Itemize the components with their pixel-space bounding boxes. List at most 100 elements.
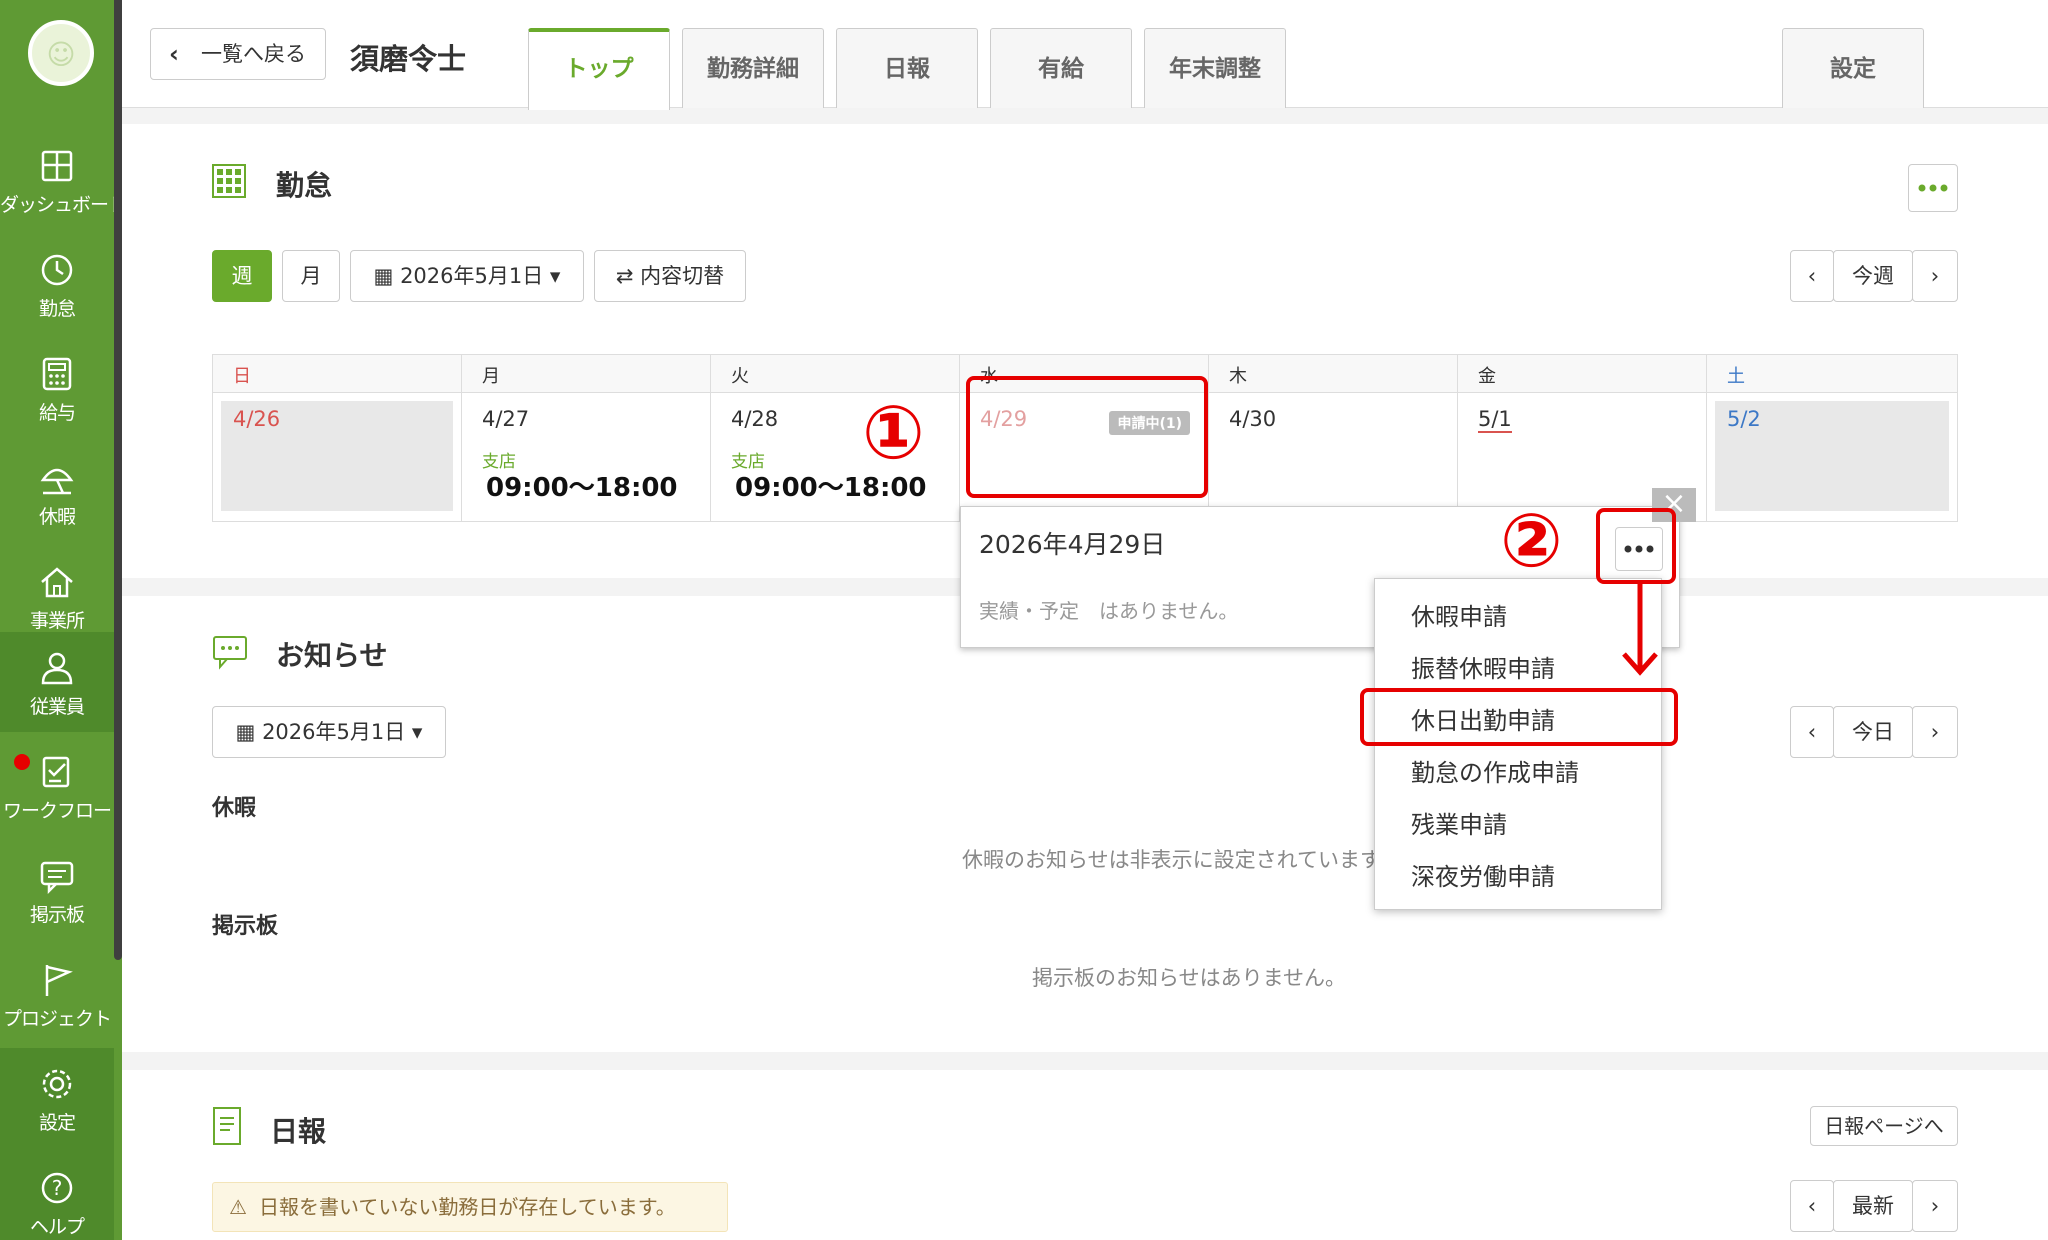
calendar-date: 4/28 bbox=[731, 407, 779, 431]
tab-settings[interactable]: 設定 bbox=[1782, 28, 1924, 108]
sidebar-label: ワークフロー bbox=[2, 800, 112, 822]
tab-work-details[interactable]: 勤務詳細 bbox=[682, 28, 824, 108]
step-1-marker: ① bbox=[862, 390, 925, 476]
tab-paid-leave[interactable]: 有給 bbox=[990, 28, 1132, 108]
sidebar-item-employees[interactable]: 従業員 bbox=[0, 632, 114, 732]
menu-item-overtime-request[interactable]: 残業申請 bbox=[1411, 805, 1507, 840]
calendar-day-cell[interactable]: 4/26 bbox=[213, 393, 462, 521]
calendar-day-cell[interactable]: 4/30 bbox=[1209, 393, 1458, 521]
checklist-icon bbox=[42, 756, 70, 788]
notices-date-picker[interactable]: ▦ 2026年5月1日 ▾ bbox=[212, 706, 446, 758]
notices-title: お知らせ bbox=[276, 639, 388, 672]
highlight-box-holiday-work bbox=[1360, 688, 1678, 746]
employee-name: 須磨令士 bbox=[350, 42, 467, 76]
sidebar-item-settings[interactable]: 設定 bbox=[0, 1048, 114, 1152]
sidebar-item-payroll[interactable]: 給与 bbox=[0, 338, 114, 442]
daily-report-title: 日報 bbox=[270, 1115, 327, 1148]
chat-icon bbox=[40, 861, 74, 894]
top-bar: ‹ 一覧へ戻る 須磨令士 トップ 勤務詳細 日報 有給 年末調整 設定 bbox=[122, 0, 2048, 110]
daily-report-page-link[interactable]: 日報ページへ bbox=[1810, 1106, 1958, 1146]
prev-week-button[interactable]: ‹ bbox=[1790, 250, 1834, 302]
sidebar-label: 勤怠 bbox=[38, 298, 76, 320]
work-time: 09:00～18:00 bbox=[486, 473, 678, 503]
sidebar-label: 休暇 bbox=[38, 506, 76, 528]
sidebar-scrollbar[interactable] bbox=[114, 0, 122, 960]
arrow-down-icon bbox=[1622, 584, 1658, 676]
sidebar-label: 事業所 bbox=[29, 610, 85, 632]
chevron-left-icon: ‹ bbox=[169, 40, 179, 68]
sidebar-item-leave[interactable]: 休暇 bbox=[0, 442, 114, 546]
leave-heading: 休暇 bbox=[212, 796, 257, 821]
alert-message: 日報を書いていない勤務日が存在しています。 bbox=[259, 1195, 676, 1219]
latest-button[interactable]: 最新 bbox=[1833, 1180, 1913, 1232]
today-button[interactable]: 今日 bbox=[1833, 706, 1913, 758]
next-week-button[interactable]: › bbox=[1912, 250, 1958, 302]
calculator-icon bbox=[42, 357, 72, 391]
sidebar-item-dashboard[interactable]: ダッシュボード bbox=[0, 130, 127, 234]
calendar-day-cell[interactable]: 5/2 bbox=[1707, 393, 1957, 521]
calendar-date: 4/27 bbox=[482, 407, 530, 431]
menu-item-attendance-create-request[interactable]: 勤怠の作成申請 bbox=[1411, 753, 1579, 788]
popover-date: 2026年4月29日 bbox=[979, 530, 1166, 559]
prev-report-button[interactable]: ‹ bbox=[1790, 1180, 1834, 1232]
menu-item-late-night-request[interactable]: 深夜労働申請 bbox=[1411, 857, 1555, 892]
highlight-box-date-cell bbox=[966, 376, 1208, 498]
month-view-button[interactable]: 月 bbox=[282, 250, 340, 302]
calendar-day-header: 金 bbox=[1458, 355, 1707, 393]
sidebar-item-attendance[interactable]: 勤怠 bbox=[0, 234, 114, 338]
home-icon bbox=[41, 567, 73, 598]
toggle-content-button[interactable]: ⇄ 内容切替 bbox=[594, 250, 746, 302]
sidebar-item-board[interactable]: 掲示板 bbox=[0, 840, 114, 944]
calendar-date: 5/2 bbox=[1727, 407, 1761, 431]
sidebar-label: 掲示板 bbox=[29, 904, 85, 926]
notification-dot bbox=[14, 754, 30, 770]
sidebar-label: 従業員 bbox=[29, 696, 85, 718]
back-button-label: 一覧へ戻る bbox=[201, 42, 306, 66]
attendance-more-button[interactable] bbox=[1908, 164, 1958, 212]
sidebar-item-workflow[interactable]: ワークフロー bbox=[0, 736, 114, 840]
date-picker-value: 2026年5月1日 bbox=[262, 720, 406, 744]
sidebar-item-project[interactable]: プロジェクト bbox=[0, 944, 114, 1048]
board-message: 掲示板のお知らせはありません。 bbox=[1032, 966, 1346, 990]
menu-item-substitute-leave-request[interactable]: 振替休暇申請 bbox=[1411, 649, 1555, 684]
calendar-date: 4/30 bbox=[1229, 407, 1277, 431]
toggle-content-label: 内容切替 bbox=[640, 264, 725, 288]
attendance-date-picker[interactable]: ▦ 2026年5月1日 ▾ bbox=[350, 250, 584, 302]
menu-item-leave-request[interactable]: 休暇申請 bbox=[1411, 597, 1507, 632]
prev-day-button[interactable]: ‹ bbox=[1790, 706, 1834, 758]
calendar-day-header: 火 bbox=[711, 355, 960, 393]
sidebar-label: プロジェクト bbox=[2, 1008, 112, 1030]
sidebar-item-help[interactable]: ? ヘルプ bbox=[0, 1152, 114, 1240]
document-icon bbox=[213, 1107, 241, 1145]
gear-icon bbox=[42, 1069, 72, 1099]
popover-note: 実績・予定 はありません。 bbox=[979, 599, 1239, 623]
help-icon: ? bbox=[41, 1172, 73, 1204]
week-pager: ‹ 今週 › bbox=[1790, 250, 1958, 304]
calendar-icon: ▦ bbox=[373, 264, 394, 288]
calendar-day-cell[interactable]: 4/27 支店 09:00～18:00 bbox=[462, 393, 711, 521]
tab-top[interactable]: トップ bbox=[528, 28, 670, 110]
next-day-button[interactable]: › bbox=[1912, 706, 1958, 758]
calendar-day-header: 日 bbox=[213, 355, 462, 393]
next-report-button[interactable]: › bbox=[1912, 1180, 1958, 1232]
calendar-icon: ▦ bbox=[235, 720, 256, 744]
sidebar-label: ダッシュボード bbox=[0, 194, 127, 216]
day-pager: ‹ 今日 › bbox=[1790, 706, 1958, 760]
app-logo[interactable]: ☺ bbox=[28, 20, 94, 86]
calendar-day-header: 土 bbox=[1707, 355, 1957, 393]
calendar-day-header: 木 bbox=[1209, 355, 1458, 393]
step-2-marker: ② bbox=[1500, 498, 1563, 584]
tab-daily-report[interactable]: 日報 bbox=[836, 28, 978, 108]
person-icon bbox=[41, 652, 73, 685]
highlight-box-more-button bbox=[1596, 508, 1676, 584]
tab-year-end[interactable]: 年末調整 bbox=[1144, 28, 1286, 108]
leave-message: 休暇のお知らせは非表示に設定されています。 bbox=[962, 848, 1400, 872]
speech-bubble-icon bbox=[213, 636, 247, 670]
dashboard-icon bbox=[41, 150, 73, 182]
this-week-button[interactable]: 今週 bbox=[1833, 250, 1913, 302]
back-to-list-button[interactable]: ‹ 一覧へ戻る bbox=[150, 28, 326, 80]
attendance-title: 勤怠 bbox=[276, 169, 333, 202]
svg-text:?: ? bbox=[52, 1176, 63, 1200]
week-view-button[interactable]: 週 bbox=[212, 250, 272, 302]
board-heading: 掲示板 bbox=[212, 914, 279, 939]
